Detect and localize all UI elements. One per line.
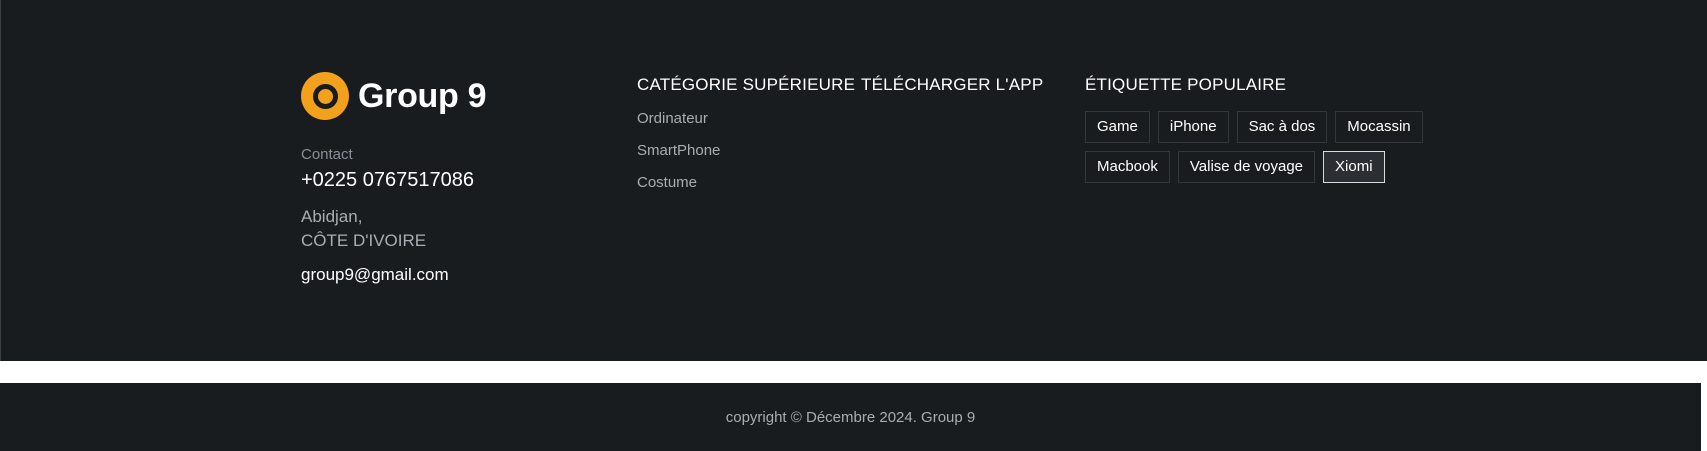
tag-cloud: Game iPhone Sac à dos Mocassin Macbook V… [1085,111,1445,191]
categories-column: CATÉGORIE SUPÉRIEURE Ordinateur SmartPho… [637,75,855,206]
contact-address: Abidjan, CÔTE D'IVOIRE [301,205,486,253]
footer-bottom-bar: copyright © Décembre 2024. Group 9 [0,383,1701,451]
tag-game[interactable]: Game [1085,111,1150,143]
tags-column: ÉTIQUETTE POPULAIRE Game iPhone Sac à do… [1085,75,1445,191]
tag-macbook[interactable]: Macbook [1085,151,1170,183]
contact-phone[interactable]: +0225 0767517086 [301,169,486,192]
address-line-country: CÔTE D'IVOIRE [301,231,427,250]
contact-email[interactable]: group9@gmail.com [301,265,486,285]
tags-title: ÉTIQUETTE POPULAIRE [1085,75,1287,94]
categories-list: Ordinateur SmartPhone Costume [637,110,855,206]
category-link-smartphone[interactable]: SmartPhone [637,142,855,174]
tag-iphone[interactable]: iPhone [1157,111,1229,143]
brand-column: Group 9 Contact +0225 0767517086 Abidjan… [301,72,487,285]
tag-valise-de-voyage[interactable]: Valise de voyage [1177,151,1316,183]
tag-xiomi[interactable]: Xiomi [1323,151,1385,183]
categories-title: CATÉGORIE SUPÉRIEURE [637,75,856,94]
address-line-city: Abidjan, [301,207,363,226]
category-link-costume[interactable]: Costume [637,174,855,206]
category-link-ordinateur[interactable]: Ordinateur [637,110,855,142]
app-download-column: TÉLÉCHARGER L'APP [861,75,1043,95]
brand-logo[interactable]: Group 9 [301,72,487,120]
copyright-text: copyright © Décembre 2024. Group 9 [725,408,976,426]
brand-name: Group 9 [358,76,487,115]
tag-sac-a-dos[interactable]: Sac à dos [1236,111,1328,143]
ring-logo-icon [301,72,349,120]
tag-mocassin[interactable]: Mocassin [1335,111,1423,143]
app-download-title: TÉLÉCHARGER L'APP [861,75,1044,94]
contact-label: Contact [301,146,353,163]
footer-main: Group 9 Contact +0225 0767517086 Abidjan… [0,0,1707,361]
